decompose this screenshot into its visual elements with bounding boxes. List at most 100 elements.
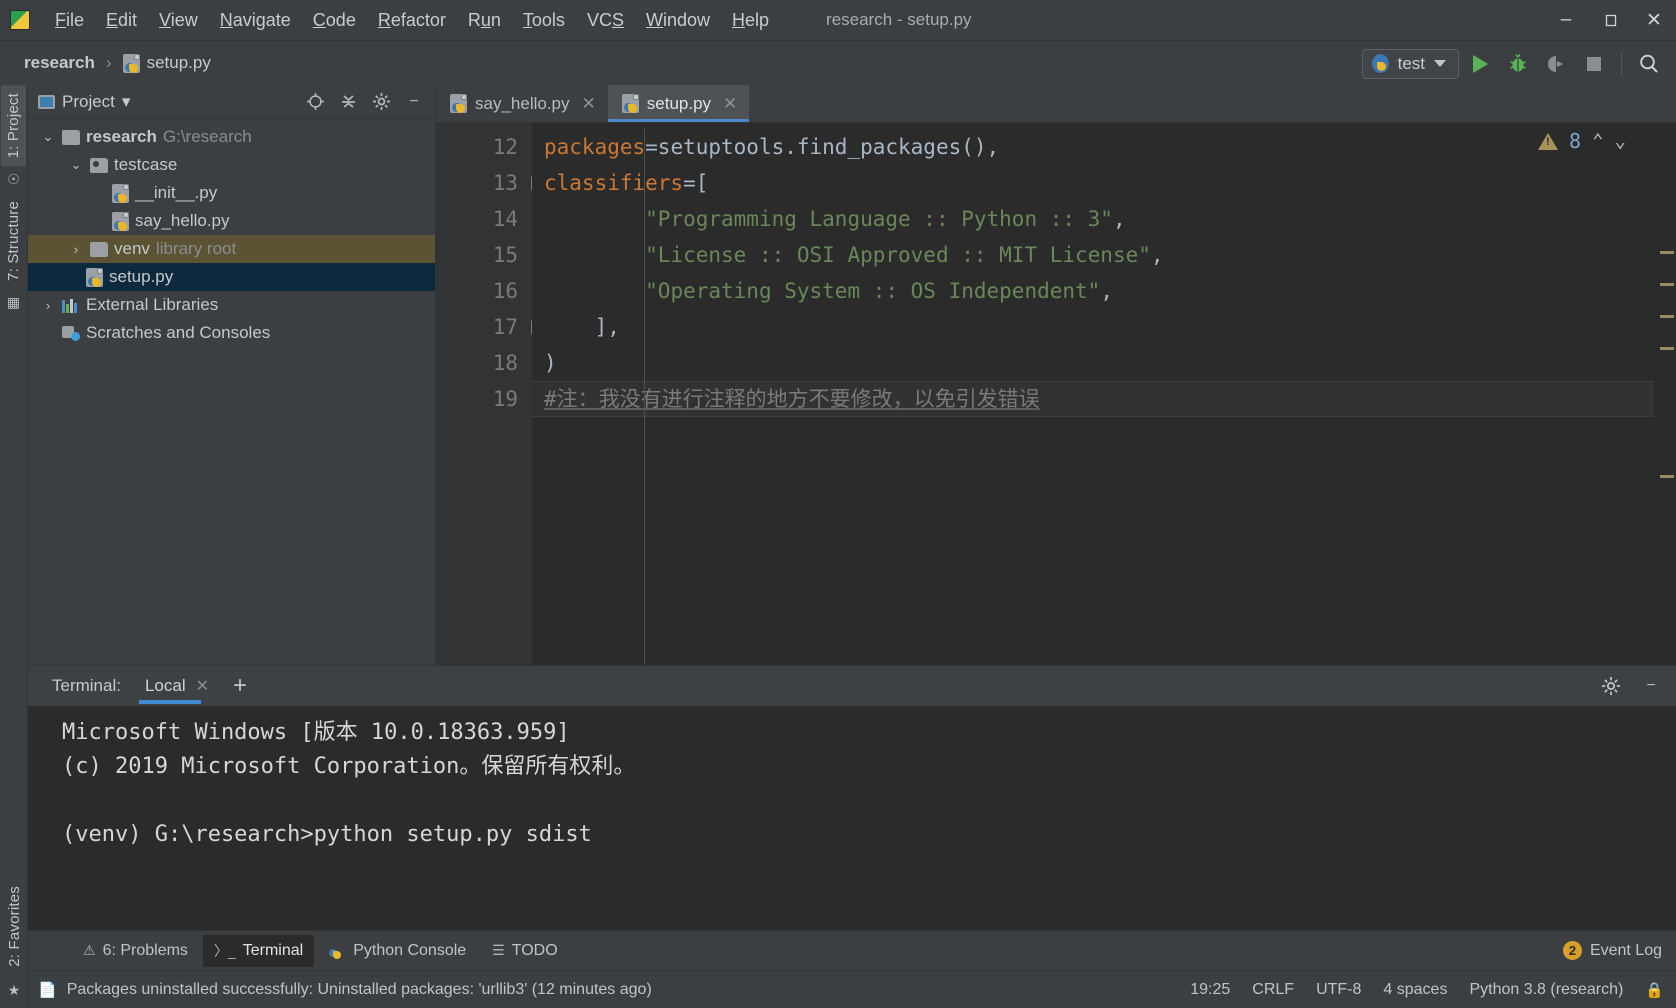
settings-icon — [1602, 677, 1620, 695]
breadcrumb-file[interactable]: setup.py — [147, 53, 211, 73]
tree-row[interactable]: say_hello.py — [28, 207, 435, 235]
error-stripe-mark[interactable] — [1660, 315, 1674, 318]
grid-icon[interactable]: ▦ — [7, 289, 20, 316]
menu-view[interactable]: View — [148, 7, 209, 34]
line-number: 17 − — [436, 309, 546, 345]
chevron-right-icon[interactable]: › — [68, 242, 84, 257]
stop-button[interactable] — [1577, 47, 1611, 81]
code-line: classifiers=[ — [532, 165, 1654, 201]
menu-tools[interactable]: Tools — [512, 7, 576, 34]
menu-window[interactable]: Window — [635, 7, 721, 34]
warning-triangle-icon[interactable] — [1538, 132, 1559, 150]
close-button[interactable]: ✕ — [1632, 0, 1676, 40]
close-icon[interactable]: ✕ — [196, 676, 209, 696]
status-interpreter[interactable]: Python 3.8 (research) — [1469, 981, 1623, 999]
menu-navigate[interactable]: Navigate — [209, 7, 302, 34]
sidebar-item-favorites[interactable]: 2: Favorites — [2, 878, 27, 975]
debug-button[interactable] — [1501, 47, 1535, 81]
todo-icon: ☰ — [492, 942, 505, 958]
breadcrumb: research › setup.py — [24, 53, 211, 73]
line-number-text: 13 — [492, 171, 518, 195]
tree-item-label: External Libraries — [86, 295, 219, 314]
next-highlight-icon[interactable]: ⌄ — [1615, 130, 1626, 152]
line-number-gutter[interactable]: 12 13 − 14 15 16 17 − — [436, 123, 546, 665]
previous-highlight-icon[interactable]: ⌃ — [1592, 130, 1603, 152]
tool-tab-label: Python Console — [353, 941, 467, 959]
search-everywhere-button[interactable] — [1632, 47, 1666, 81]
tool-tab-todo[interactable]: ☰ TODO — [481, 936, 569, 966]
gear-icon[interactable] — [1598, 673, 1624, 699]
tool-tab-problems[interactable]: ⚠ 6: Problems — [72, 936, 199, 966]
code-line: "Operating System :: OS Independent", — [532, 273, 1654, 309]
tool-tab-python-console[interactable]: Python Console — [318, 936, 477, 966]
collapse-all-icon[interactable] — [335, 89, 361, 115]
error-stripe-mark[interactable] — [1660, 283, 1674, 286]
sidebar-item-project[interactable]: 1: Project — [1, 85, 26, 167]
chevron-down-icon[interactable]: ⌄ — [40, 129, 56, 145]
code-content[interactable]: packages=setuptools.find_packages(), cla… — [532, 123, 1654, 665]
editor-tab-setup[interactable]: setup.py ✕ — [607, 85, 750, 122]
editor-tab-say-hello[interactable]: say_hello.py ✕ — [436, 85, 608, 122]
locate-icon[interactable] — [302, 89, 328, 115]
star-icon[interactable]: ★ — [8, 977, 21, 1004]
status-line-separator[interactable]: CRLF — [1252, 981, 1294, 999]
new-terminal-session-button[interactable]: + — [233, 674, 247, 698]
error-stripe-mark[interactable] — [1660, 475, 1674, 478]
menu-run[interactable]: Run — [457, 7, 512, 34]
event-log-button[interactable]: 2 Event Log — [1562, 941, 1662, 960]
status-bar: 📄 Packages uninstalled successfully: Uni… — [28, 970, 1676, 1008]
tree-row[interactable]: __init__.py — [28, 179, 435, 207]
menu-refactor[interactable]: Refactor — [367, 7, 457, 34]
status-time: 19:25 — [1190, 980, 1231, 998]
hide-panel-icon[interactable]: − — [401, 89, 427, 115]
hide-terminal-icon[interactable]: − — [1638, 673, 1664, 699]
close-icon[interactable]: ✕ — [723, 94, 737, 114]
code-token: ) — [544, 351, 557, 375]
editor-tab-label: say_hello.py — [475, 93, 570, 113]
run-with-coverage-button[interactable] — [1539, 47, 1573, 81]
error-stripe-mark[interactable] — [1660, 251, 1674, 254]
error-stripe-marker-track[interactable] — [1654, 123, 1676, 665]
tree-row[interactable]: Scratches and Consoles — [28, 319, 435, 347]
code-line: packages=setuptools.find_packages(), — [532, 129, 1654, 165]
settings-icon — [372, 93, 390, 110]
minimize-button[interactable]: – — [1544, 0, 1588, 40]
status-message[interactable]: Packages uninstalled successfully: Unins… — [67, 981, 652, 999]
status-encoding[interactable]: UTF-8 — [1316, 981, 1361, 999]
tree-row[interactable]: ⌄ testcase — [28, 151, 435, 179]
chevron-down-icon[interactable]: ⌄ — [68, 157, 84, 173]
close-icon[interactable]: ✕ — [582, 94, 596, 114]
menu-file[interactable]: File — [44, 7, 95, 34]
terminal-session-tab-local[interactable]: Local ✕ — [138, 666, 215, 706]
bookmark-icon[interactable]: ☉ — [7, 166, 20, 193]
tree-row[interactable]: › External Libraries — [28, 291, 435, 319]
maximize-button[interactable] — [1588, 0, 1632, 40]
project-panel-header: Project ▾ − — [28, 85, 435, 119]
code-line: "License :: OSI Approved :: MIT License"… — [532, 237, 1654, 273]
menu-code[interactable]: Code — [302, 7, 367, 34]
breadcrumb-project[interactable]: research — [24, 53, 95, 73]
lock-icon[interactable]: 🔒 — [1645, 981, 1664, 999]
run-configuration-selector[interactable]: test — [1361, 48, 1459, 79]
status-indent[interactable]: 4 spaces — [1383, 981, 1447, 999]
chevron-right-icon[interactable]: › — [40, 298, 56, 313]
run-button[interactable] — [1463, 47, 1497, 81]
tool-tab-terminal[interactable]: 〉_ Terminal — [202, 934, 315, 967]
menu-help[interactable]: Help — [721, 7, 780, 34]
error-stripe-mark[interactable] — [1660, 347, 1674, 350]
chevron-down-icon[interactable]: ▾ — [122, 92, 131, 112]
python-file-icon — [112, 211, 129, 231]
libraries-icon — [62, 298, 80, 313]
terminal-output[interactable]: Microsoft Windows [版本 10.0.18363.959] (c… — [28, 706, 1676, 930]
sidebar-item-structure[interactable]: 7: Structure — [1, 193, 26, 289]
tree-row[interactable]: ⌄ research G:\research — [28, 123, 435, 151]
gear-icon[interactable] — [368, 89, 394, 115]
code-token: , — [1100, 279, 1113, 303]
menu-edit[interactable]: Edit — [95, 7, 148, 34]
tree-row[interactable]: setup.py — [28, 263, 435, 291]
folder-icon — [90, 241, 108, 257]
menu-vcs[interactable]: VCS — [576, 7, 635, 34]
tree-row[interactable]: › venv library root — [28, 235, 435, 263]
notification-icon[interactable]: 📄 — [38, 981, 57, 999]
